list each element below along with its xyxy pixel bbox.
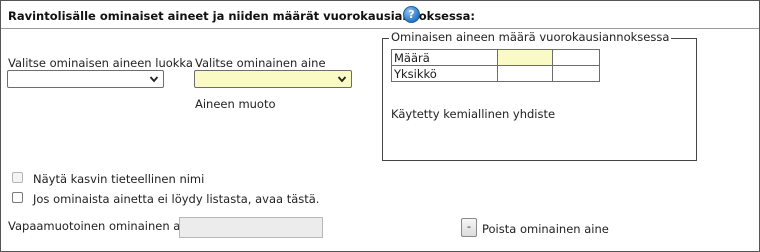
remove-substance-label: Poista ominainen aine [482, 222, 609, 236]
freeform-label: Vapaamuotoinen ominainen aine [8, 219, 198, 233]
substance-panel: Ravintolisälle ominaiset aineet ja niide… [0, 0, 760, 252]
unit-value[interactable] [497, 65, 553, 82]
amount-label: Määrä [391, 49, 498, 66]
unit-extra-cell [552, 65, 600, 82]
unit-label: Yksikkö [391, 65, 498, 82]
amount-input[interactable] [497, 49, 553, 66]
show-scientific-name-label: Näytä kasvin tieteellinen nimi [33, 172, 205, 186]
chevron-down-icon [149, 76, 159, 83]
freeform-input[interactable] [179, 217, 323, 238]
amount-extra-cell [552, 49, 600, 66]
show-scientific-name-checkbox[interactable] [12, 172, 23, 183]
chevron-down-icon [337, 76, 347, 83]
substance-form-label: Aineen muoto [195, 97, 276, 111]
table-row: Yksikkö [391, 65, 600, 82]
table-row: Määrä [391, 49, 600, 66]
substance-select[interactable] [194, 70, 352, 88]
category-select[interactable] [7, 70, 164, 88]
panel-header: Ravintolisälle ominaiset aineet ja niide… [1, 1, 759, 29]
remove-substance-button[interactable]: - [461, 218, 477, 237]
substance-label: Valitse ominainen aine [195, 56, 326, 70]
chemical-compound-label: Käytetty kemiallinen yhdiste [391, 107, 556, 121]
amount-table: Määrä Yksikkö [391, 49, 600, 82]
help-icon[interactable]: ? [403, 6, 420, 23]
amount-fieldset-legend: Ominaisen aineen määrä vuorokausiannokse… [389, 30, 672, 44]
not-found-checkbox[interactable] [12, 192, 23, 203]
not-found-label: Jos ominaista ainetta ei löydy listasta,… [33, 192, 320, 206]
category-label: Valitse ominaisen aineen luokka [8, 56, 193, 70]
